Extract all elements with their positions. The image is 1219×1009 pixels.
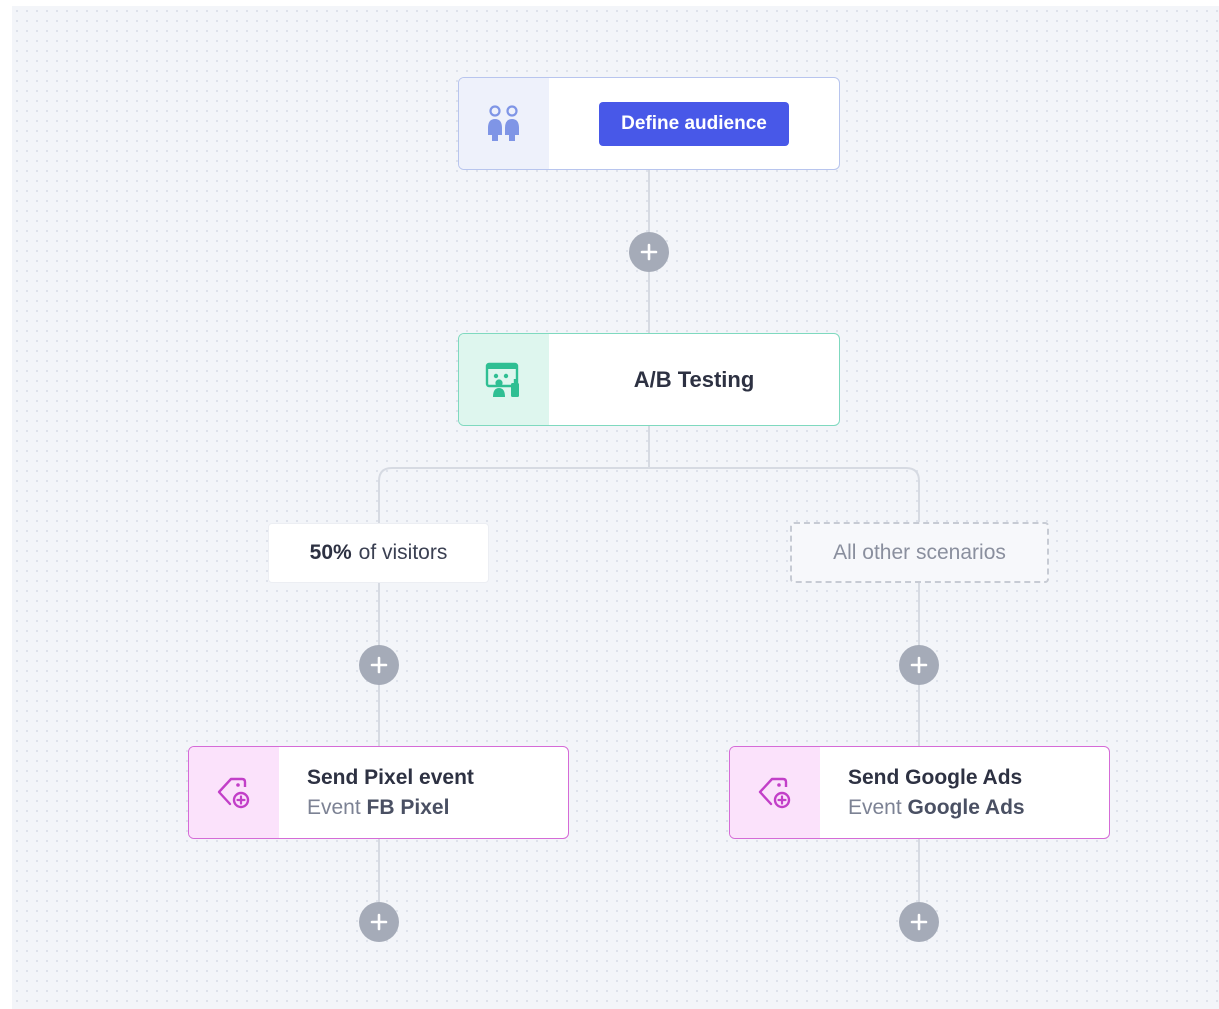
pixel-event-name: FB Pixel [366, 795, 450, 819]
add-step-button[interactable] [899, 902, 939, 942]
add-step-button[interactable] [629, 232, 669, 272]
send-pixel-event-node[interactable]: Send Pixel event Event FB Pixel [188, 746, 569, 839]
connector-branch-right [649, 467, 920, 522]
branch-percent-text: of visitors [358, 541, 448, 564]
plus-icon [910, 656, 928, 674]
pixel-action-title: Send Pixel event [307, 765, 474, 789]
send-google-ads-node[interactable]: Send Google Ads Event Google Ads [729, 746, 1110, 839]
branch-label-other[interactable]: All other scenarios [790, 522, 1049, 583]
plus-icon [370, 913, 388, 931]
audience-icon-cell [459, 78, 549, 169]
define-audience-button[interactable]: Define audience [599, 101, 789, 146]
add-step-button[interactable] [359, 902, 399, 942]
define-audience-node[interactable]: Define audience [458, 77, 840, 170]
plus-icon [370, 656, 388, 674]
branch-label-percent[interactable]: 50% of visitors [268, 523, 489, 583]
ads-action-subtitle: Event Google Ads [848, 793, 1025, 823]
connector-branch-left [378, 467, 649, 523]
ab-testing-node[interactable]: A/B Testing [458, 333, 840, 426]
pixel-action-subtitle: Event FB Pixel [307, 793, 449, 823]
pixel-event-prefix: Event [307, 795, 361, 819]
plus-icon [640, 243, 658, 261]
ads-event-prefix: Event [848, 795, 902, 819]
tag-add-icon [758, 777, 791, 808]
ab-icon-cell [459, 334, 549, 425]
plus-icon [910, 913, 928, 931]
add-step-button[interactable] [899, 645, 939, 685]
pixel-icon-cell [189, 747, 279, 838]
branch-other-text: All other scenarios [833, 540, 1006, 564]
ads-action-title: Send Google Ads [848, 765, 1023, 789]
ads-icon-cell [730, 747, 820, 838]
ab-test-icon [485, 362, 519, 397]
users-icon [488, 104, 519, 141]
tag-add-icon [217, 777, 250, 808]
add-step-button[interactable] [359, 645, 399, 685]
ads-event-name: Google Ads [907, 795, 1025, 819]
branch-percent-value: 50% [309, 541, 352, 564]
ab-testing-title: A/B Testing [633, 366, 755, 392]
